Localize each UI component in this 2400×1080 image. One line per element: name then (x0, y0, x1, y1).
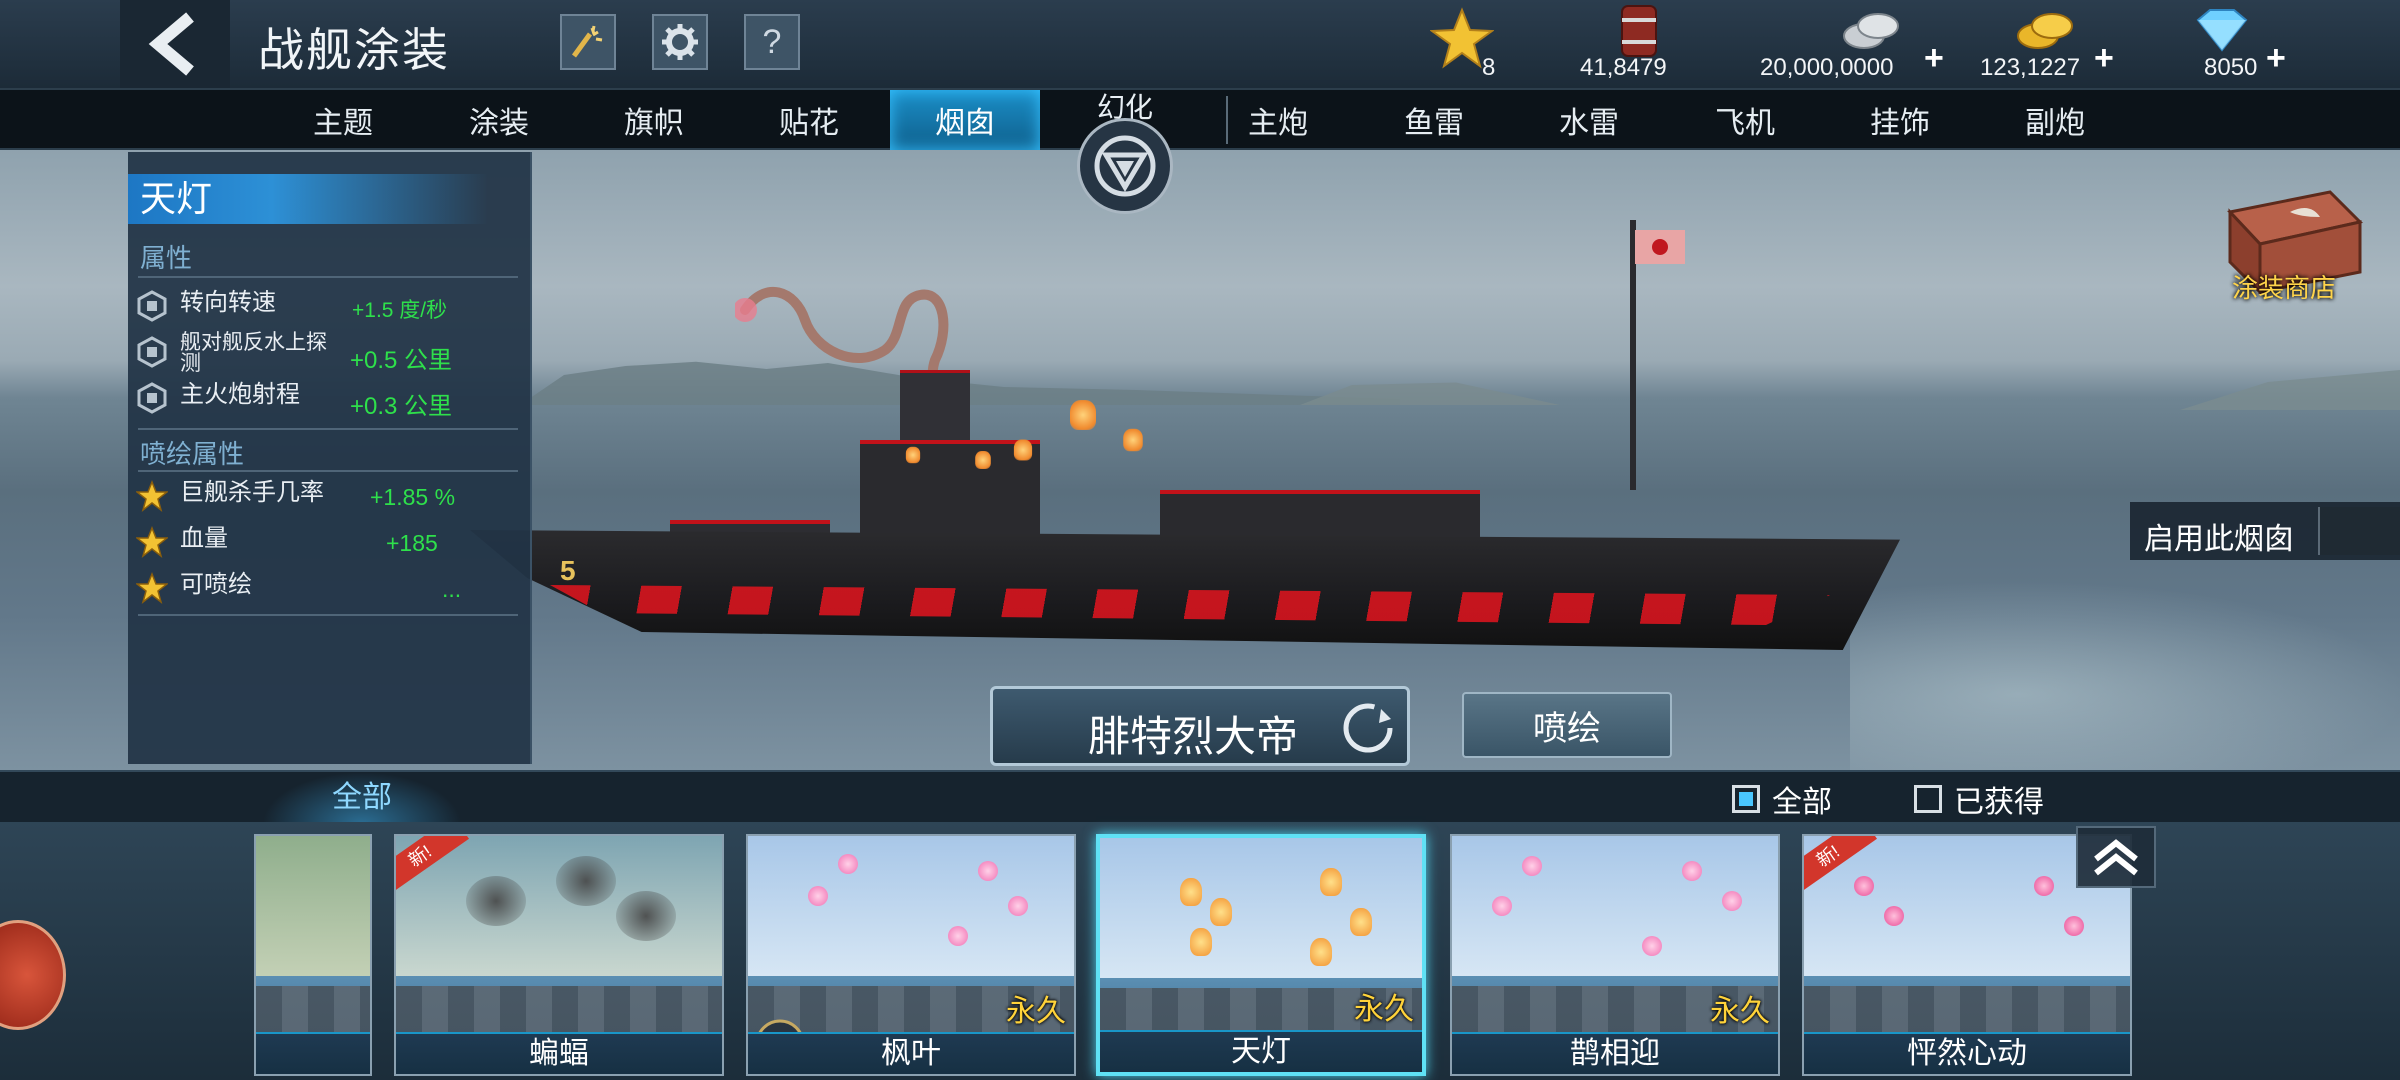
page-title: 战舰涂装 (258, 24, 450, 76)
gear-icon (662, 24, 698, 60)
transform-emblem-icon (1077, 118, 1173, 214)
skin-card-caption: 蝙蝠 (396, 1032, 722, 1074)
skin-card[interactable]: 新! 蝙蝠 (394, 834, 724, 1076)
back-button[interactable] (120, 0, 230, 88)
checkbox-checked-icon (1732, 785, 1760, 813)
divider (138, 276, 518, 278)
checkbox-unchecked-icon (1914, 785, 1942, 813)
diamond-resource[interactable]: 8050 + (2180, 0, 2290, 88)
double-chevron-up-icon (2094, 839, 2138, 876)
tab-ornament[interactable]: 挂饰 (1825, 90, 1975, 150)
filter-bar: 全部 全部 已获得 (0, 770, 2400, 824)
attribute-row: 转向转速 +1.5 度/秒 (136, 286, 526, 326)
attribute-header: 属性 (140, 243, 193, 273)
category-tab-bar: 主题 涂装 旗帜 贴花 烟囱 主炮 鱼雷 水雷 飞机 挂饰 副炮 (0, 88, 2400, 150)
skin-card-caption: 天灯 (1100, 1030, 1422, 1072)
oil-barrel-icon (1621, 5, 1657, 57)
skin-card-row: 新! 蝙蝠 永久 枫叶 永久 天灯 永久 鹊相迎 新! 怦然心动 (0, 822, 2400, 1080)
skin-card-caption: 鹊相迎 (1452, 1032, 1778, 1074)
oil-resource: 41,8479 (1580, 0, 1700, 88)
add-silver-button[interactable]: + (1924, 39, 1944, 78)
tab-flag[interactable]: 旗帜 (579, 90, 729, 150)
filter-obtained-checkbox[interactable]: 已获得 (1914, 784, 2044, 819)
attribute-panel: 天灯 属性 转向转速 +1.5 度/秒 舰对舰反水上探测 +0.5 公里 主火炮… (128, 152, 532, 764)
tab-torpedo[interactable]: 鱼雷 (1359, 90, 1509, 150)
permanent-label: 永久 (1710, 995, 1770, 1028)
sea-foam (1850, 580, 2400, 770)
tab-main-gun[interactable]: 主炮 (1203, 90, 1353, 150)
silver-resource[interactable]: 20,000,0000 + (1760, 0, 1944, 88)
top-bar: 战舰涂装 ? 8 41,8479 20,000,0000 + 123,1227 … (0, 0, 2400, 88)
gold-star-icon (136, 572, 168, 604)
firework-icon (571, 25, 603, 58)
hexagon-ship-icon (137, 290, 167, 322)
hexagon-ship-icon (137, 382, 167, 414)
collapse-button[interactable] (2076, 826, 2156, 888)
settings-button[interactable] (652, 14, 708, 70)
tab-secondary-gun[interactable]: 副炮 (1980, 90, 2130, 150)
paint-attribute-row: 血量 +185 (136, 522, 526, 562)
ship-funnel (900, 370, 970, 450)
gold-star-icon (136, 526, 168, 558)
sky-lantern (975, 451, 991, 469)
skin-card-caption: 怦然心动 (1804, 1032, 2130, 1074)
permanent-label: 永久 (1006, 995, 1066, 1028)
skin-card[interactable]: 永久 枫叶 (746, 834, 1076, 1076)
add-gold-button[interactable]: + (2094, 39, 2114, 78)
paint-attribute-header: 喷绘属性 (140, 439, 245, 469)
tab-funnel[interactable]: 烟囱 (890, 90, 1040, 150)
sky-lantern (905, 446, 921, 464)
paint-shop-label[interactable]: 涂装商店 (2232, 268, 2336, 305)
sky-lantern (1013, 439, 1033, 461)
attribute-row: 主火炮射程 +0.3 公里 (136, 378, 526, 420)
silver-coins-icon (1843, 13, 1899, 49)
background-island-right (2180, 370, 2400, 410)
tab-aircraft[interactable]: 飞机 (1670, 90, 1820, 150)
tab-mine[interactable]: 水雷 (1514, 90, 1664, 150)
chevron-left-icon (148, 12, 194, 76)
battleship-model: 5 (470, 220, 1900, 660)
hull-number: 5 (560, 555, 576, 586)
permanent-label: 永久 (1354, 993, 1414, 1026)
diamond-icon (2196, 9, 2248, 52)
divider (138, 614, 518, 616)
transform-button[interactable]: 幻化 (1075, 86, 1175, 214)
gold-coins-icon (2017, 13, 2073, 49)
refresh-icon (1343, 703, 1393, 753)
divider (138, 428, 518, 430)
enable-funnel-row: 启用此烟囱 (2130, 502, 2400, 560)
divider (138, 470, 518, 472)
switch-ship-button[interactable]: 腓特烈大帝 (990, 686, 1410, 766)
enable-funnel-toggle[interactable] (2318, 507, 2400, 555)
star-level-resource: 8 (1430, 0, 1510, 88)
help-button[interactable]: ? (744, 14, 800, 70)
skin-card[interactable]: 永久 鹊相迎 (1450, 834, 1780, 1076)
ship-name: 腓特烈大帝 (1088, 713, 1299, 760)
gold-star-icon (136, 480, 168, 512)
paint-attribute-row: 巨舰杀手几率 +1.85 % (136, 476, 526, 516)
paint-attribute-row: 可喷绘 ... (136, 568, 526, 608)
tab-paint[interactable]: 涂装 (424, 90, 574, 150)
tab-decal[interactable]: 贴花 (734, 90, 884, 150)
tab-theme[interactable]: 主题 (268, 90, 418, 150)
paint-button[interactable]: 喷绘 (1462, 692, 1672, 758)
item-name: 天灯 (128, 174, 488, 224)
add-diamond-button[interactable]: + (2266, 39, 2286, 78)
sky-lantern (1070, 400, 1096, 430)
ship-flag (1635, 230, 1685, 264)
enable-funnel-label: 启用此烟囱 (2144, 523, 2294, 556)
skin-card[interactable] (254, 834, 372, 1076)
ship-superstructure-aft (1160, 490, 1480, 540)
filter-tab-all[interactable]: 全部 (262, 772, 462, 824)
filter-all-checkbox[interactable]: 全部 (1732, 784, 1832, 819)
gold-resource[interactable]: 123,1227 + (1980, 0, 2120, 88)
attribute-row: 舰对舰反水上探测 +0.5 公里 (136, 332, 526, 374)
skin-card-selected[interactable]: 永久 天灯 (1096, 834, 1426, 1076)
firework-button[interactable] (560, 14, 616, 70)
skin-card-caption: 枫叶 (748, 1032, 1074, 1074)
hexagon-ship-icon (137, 336, 167, 368)
sky-lantern (1123, 428, 1143, 452)
